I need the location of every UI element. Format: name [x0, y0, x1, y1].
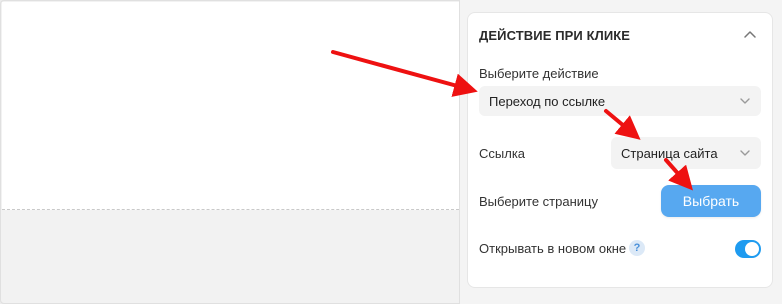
link-label: Ссылка — [479, 146, 526, 161]
action-select-value: Переход по ссылке — [489, 93, 606, 109]
chevron-down-icon — [740, 98, 750, 104]
toggle-knob — [745, 242, 759, 256]
help-icon[interactable]: ? — [629, 240, 645, 256]
new-window-toggle[interactable] — [735, 240, 761, 258]
page-label: Выберите страницу — [479, 194, 598, 209]
action-label: Выберите действие — [479, 66, 599, 81]
choose-page-button[interactable]: Выбрать — [661, 185, 761, 217]
chevron-down-icon — [740, 150, 750, 156]
new-window-label: Открывать в новом окне — [479, 241, 627, 256]
link-select[interactable]: Страница сайта — [611, 137, 761, 169]
canvas-block[interactable] — [2, 2, 459, 210]
link-select-value: Страница сайта — [621, 145, 718, 161]
section-title: ДЕЙСТВИЕ ПРИ КЛИКЕ — [479, 28, 631, 43]
action-select[interactable]: Переход по ссылке — [479, 86, 761, 116]
chevron-up-icon[interactable] — [743, 28, 757, 42]
editor-canvas[interactable] — [0, 0, 460, 304]
